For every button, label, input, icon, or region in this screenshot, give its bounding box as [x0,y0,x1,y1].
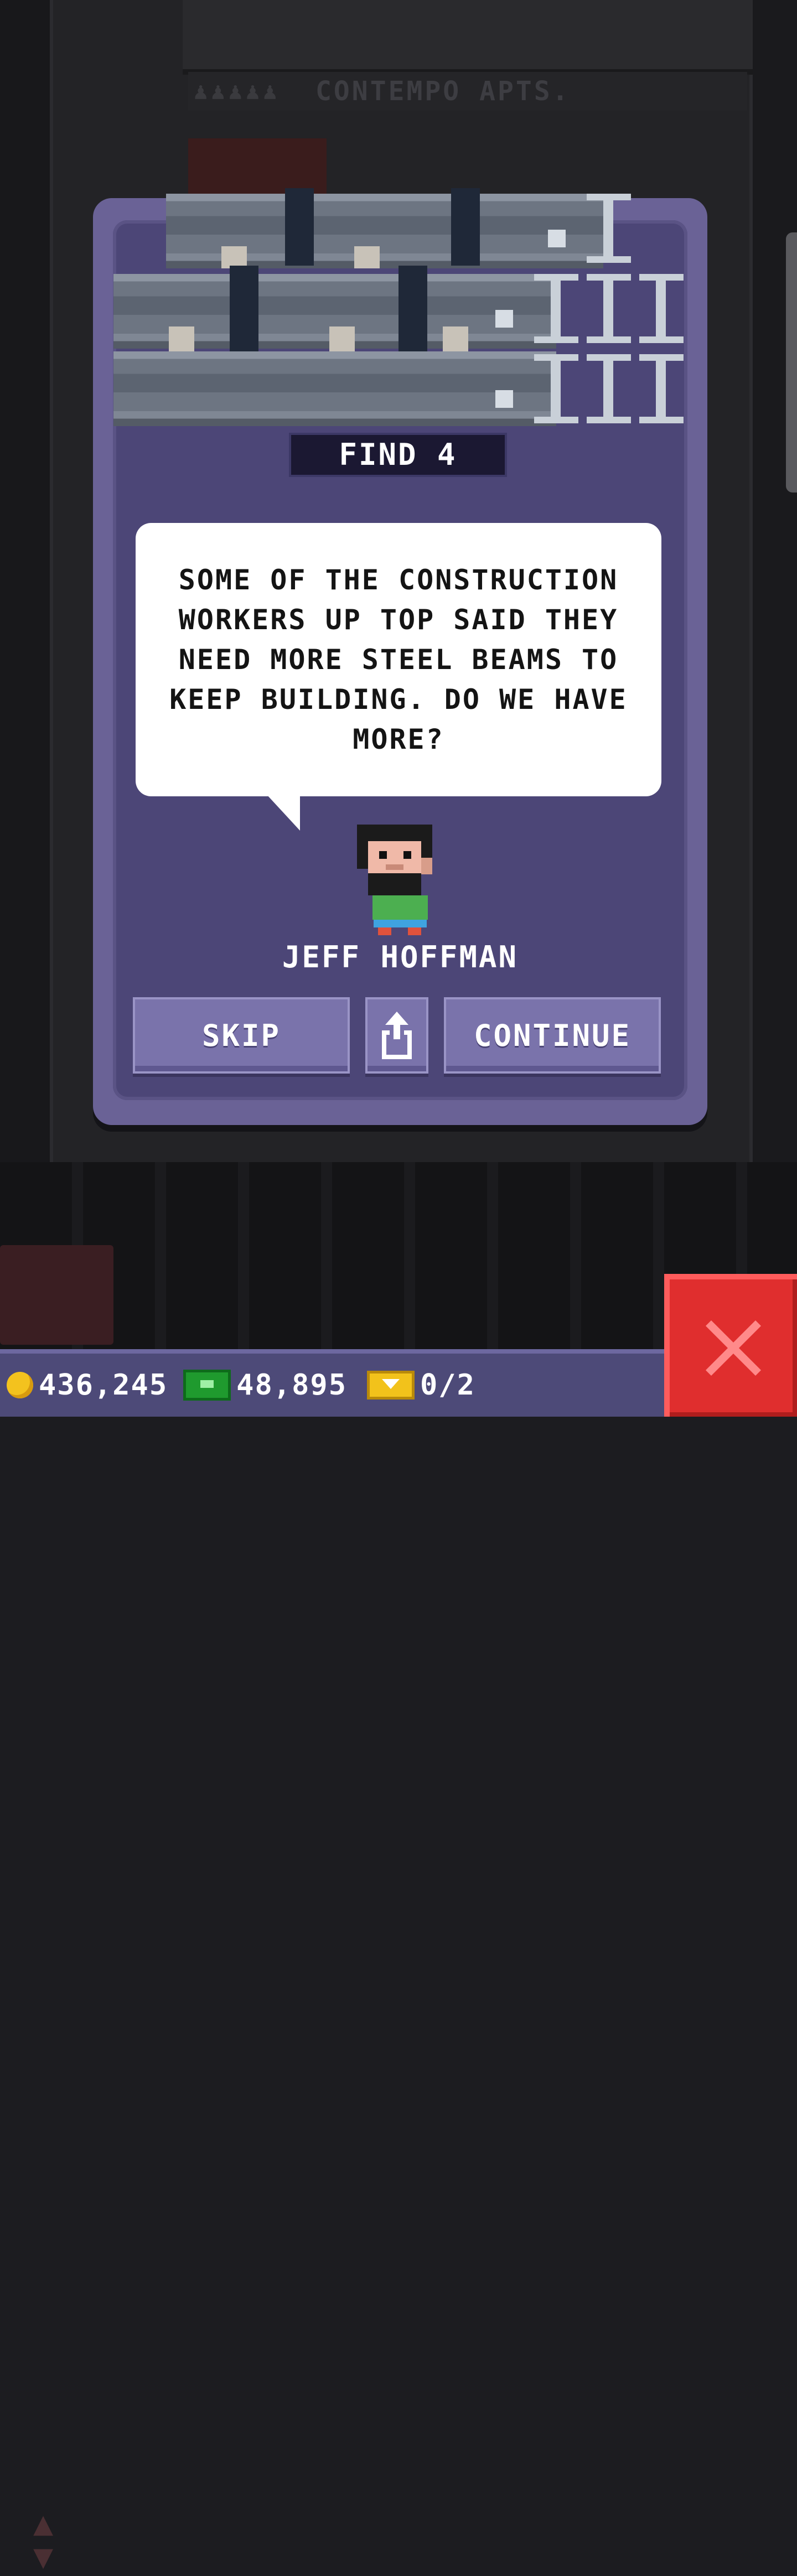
dialog-text: SOME OF THE CONSTRUCTION WORKERS UP TOP … [169,564,628,755]
share-button[interactable] [365,997,428,1074]
coins-value: 436,245 [39,1369,168,1402]
share-icon [382,1012,412,1059]
character-avatar [357,825,432,938]
continue-button[interactable]: CONTINUE [444,997,661,1074]
coin-icon [7,1372,33,1398]
residents-icon: ♟♟♟♟♟ [194,77,281,105]
cash-icon [183,1370,231,1401]
elevator-button[interactable]: ▲ ▼ [0,1245,113,2573]
find-count-banner: FIND 4 [289,433,507,477]
up-down-arrows-icon: ▲ ▼ [33,2504,54,2576]
currency-bar: 436,245 48,895 0/2 [0,1349,664,1417]
character-name: JEFF HOFFMAN [282,940,519,975]
side-tab[interactable] [786,232,797,493]
tower-edge [749,0,797,1273]
bux-icon [367,1371,415,1400]
steel-beams-icon [113,188,684,426]
speech-bubble-tail [267,795,300,831]
cash-value: 48,895 [236,1369,347,1402]
elevator-shaft [0,0,53,1328]
floor-apartments [183,0,753,75]
close-icon [706,1320,761,1376]
speech-bubble: SOME OF THE CONSTRUCTION WORKERS UP TOP … [136,523,661,796]
close-button[interactable] [664,1274,797,1417]
skip-button[interactable]: SKIP [133,997,350,1074]
bux-value: 0/2 [420,1369,475,1402]
